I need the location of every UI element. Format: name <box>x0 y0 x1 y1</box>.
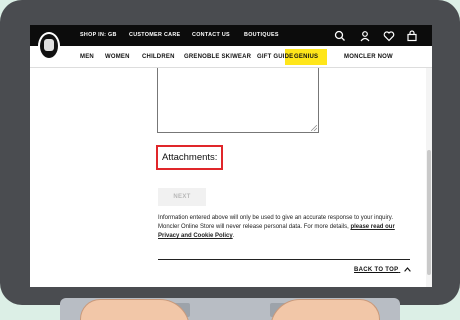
bag-icon[interactable] <box>406 30 418 42</box>
customer-care-link[interactable]: CUSTOMER CARE <box>129 32 180 38</box>
contact-us-link[interactable]: CONTACT US <box>192 32 230 38</box>
search-icon[interactable] <box>334 30 346 42</box>
nav-gift-guide[interactable]: GIFT GUIDE <box>257 54 293 60</box>
nav-moncler-now[interactable]: MONCLER NOW <box>344 54 393 60</box>
back-to-top-link[interactable]: BACK TO TOP <box>354 267 412 274</box>
privacy-notice: Information entered above will only be u… <box>158 214 408 241</box>
nav-genius[interactable]: GENIUS <box>294 54 318 60</box>
attachments-label[interactable]: Attachments: <box>162 152 217 163</box>
back-to-top-label: BACK TO TOP <box>354 267 399 274</box>
nav-children[interactable]: CHILDREN <box>142 54 175 60</box>
nav-men[interactable]: MEN <box>80 54 94 60</box>
moncler-logo[interactable] <box>38 32 60 60</box>
chevron-up-icon <box>404 267 412 272</box>
main-nav: MEN WOMEN CHILDREN GRENOBLE SKIWEAR GIFT… <box>30 46 432 68</box>
wishlist-icon[interactable] <box>383 30 395 42</box>
utility-bar: SHOP IN: GB CUSTOMER CARE CONTACT US BOU… <box>30 25 432 46</box>
boutiques-link[interactable]: BOUTIQUES <box>244 32 279 38</box>
nav-grenoble-skiwear[interactable]: GRENOBLE SKIWEAR <box>184 54 251 60</box>
nav-women[interactable]: WOMEN <box>105 54 130 60</box>
right-hand <box>270 299 380 320</box>
scrollbar-thumb[interactable] <box>427 150 431 275</box>
laptop-bezel: SHOP IN: GB CUSTOMER CARE CONTACT US BOU… <box>0 0 460 305</box>
resize-grip-icon[interactable] <box>311 125 317 131</box>
footer-divider <box>158 259 410 260</box>
message-textarea[interactable] <box>157 68 319 133</box>
shop-in-link[interactable]: SHOP IN: GB <box>80 32 117 38</box>
browser-screen: SHOP IN: GB CUSTOMER CARE CONTACT US BOU… <box>30 25 432 287</box>
account-icon[interactable] <box>359 30 371 42</box>
next-button[interactable]: NEXT <box>158 188 206 206</box>
left-hand <box>80 299 190 320</box>
privacy-policy-suffix: . <box>232 233 235 239</box>
